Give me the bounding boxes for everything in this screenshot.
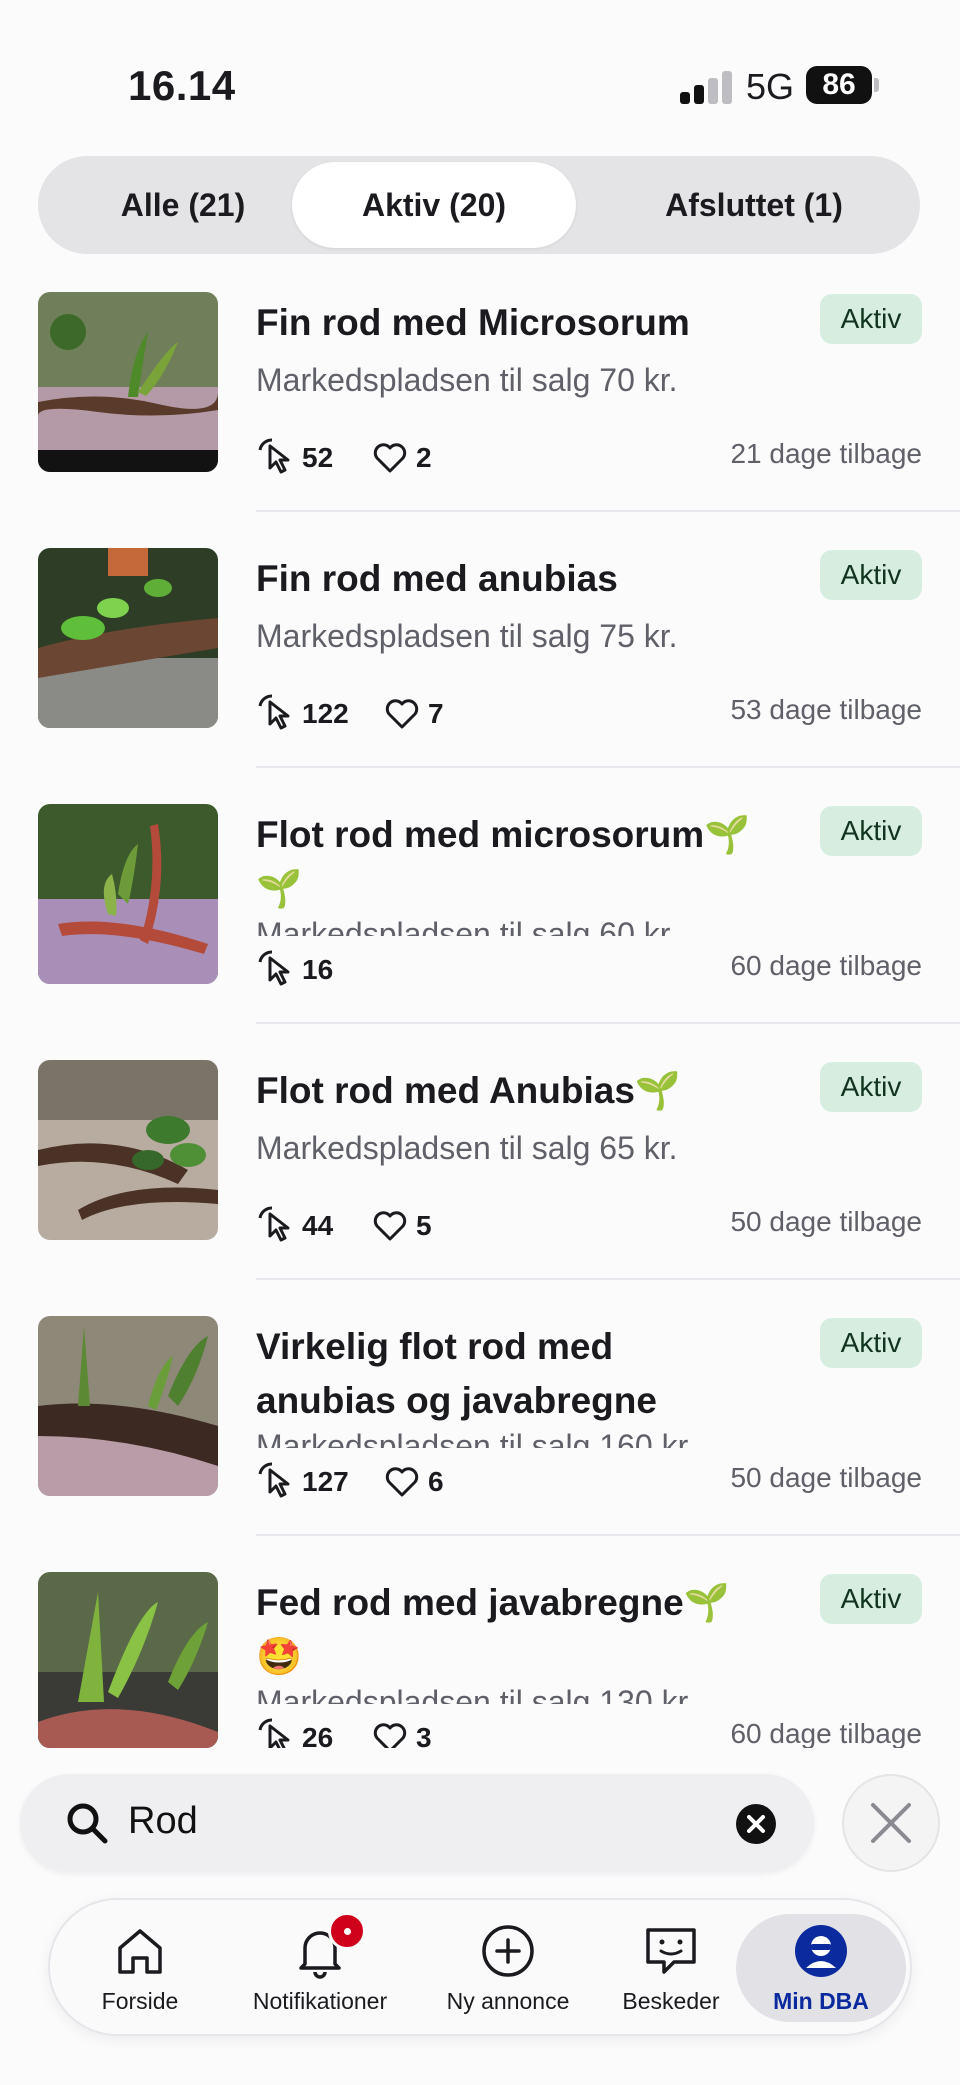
clear-search-button[interactable]: [736, 1804, 776, 1844]
status-bar: 16.14 5G 86: [0, 0, 960, 150]
listing-subtitle: Markedspladsen til salg 160 kr.: [256, 1428, 696, 1448]
heart-icon: [385, 699, 419, 729]
listing-age: 21 dage tilbage: [730, 438, 922, 469]
listing-title: Fin rod med anubias: [256, 558, 618, 599]
bottom-tab-bar: Forside Notifikationer Ny annonce Besked…: [48, 1898, 912, 2036]
click-icon: [258, 1462, 290, 1498]
heart-icon: [373, 1211, 407, 1241]
like-count: 3: [416, 1722, 432, 1748]
listing-thumbnail: [38, 1060, 218, 1240]
status-badge: Aktiv: [820, 1318, 922, 1368]
status-time: 16.14: [128, 62, 236, 109]
segment-all[interactable]: Alle (21): [48, 162, 318, 248]
listing-item[interactable]: Fed rod med javabregne🌱🤩 Markedspladsen …: [0, 1572, 960, 1748]
listing-title: Flot rod med microsorum🌱🌱: [256, 814, 751, 909]
battery-tip: [874, 78, 879, 92]
status-badge: Aktiv: [820, 1574, 922, 1624]
listing-title: Virkelig flot rod med anubias og javabre…: [256, 1326, 657, 1421]
like-count: 2: [416, 442, 432, 473]
tab-label: Ny annonce: [446, 1988, 570, 2014]
divider: [256, 1278, 960, 1280]
listing-age: 50 dage tilbage: [730, 1462, 922, 1493]
listing-thumbnail: [38, 1316, 218, 1496]
divider: [256, 510, 960, 512]
like-count: 5: [416, 1210, 432, 1241]
search-bar[interactable]: Rod: [20, 1774, 814, 1872]
listing-age: 60 dage tilbage: [730, 950, 922, 981]
click-count: 44: [302, 1210, 334, 1241]
tab-label: Min DBA: [773, 1988, 869, 2014]
tab-forside[interactable]: Forside: [78, 1914, 202, 2022]
close-search-button[interactable]: [842, 1774, 940, 1872]
heart-icon: [373, 443, 407, 473]
tab-beskeder[interactable]: Beskeder: [606, 1914, 736, 2022]
listing-subtitle: Markedspladsen til salg 75 kr.: [256, 618, 678, 654]
tab-label: Notifikationer: [252, 1988, 388, 2014]
clear-icon: [747, 1815, 765, 1833]
click-icon: [258, 950, 290, 986]
listing-age: 50 dage tilbage: [730, 1206, 922, 1237]
tab-ny-annonce[interactable]: Ny annonce: [428, 1914, 588, 2022]
cellular-signal-icon: [680, 70, 732, 104]
listing-subtitle: Markedspladsen til salg 130 kr.: [256, 1684, 696, 1704]
listing-item[interactable]: Fin rod med anubias Markedspladsen til s…: [0, 548, 960, 804]
tab-label: Beskeder: [622, 1988, 720, 2014]
listing-item[interactable]: Flot rod med microsorum🌱🌱 Markedspladsen…: [0, 804, 960, 1060]
network-type: 5G: [746, 66, 795, 107]
listing-thumbnail: [38, 548, 218, 728]
listing-age: 53 dage tilbage: [730, 694, 922, 725]
listing-age: 60 dage tilbage: [730, 1718, 922, 1748]
add-icon: [482, 1925, 534, 1977]
status-filter-segments: Alle (21) Aktiv (20) Afsluttet (1): [38, 156, 920, 254]
listing-thumbnail: [38, 804, 218, 984]
click-count: 16: [302, 954, 334, 985]
tab-label: Forside: [101, 1988, 179, 2014]
status-badge: Aktiv: [820, 294, 922, 344]
search-input[interactable]: Rod: [128, 1800, 198, 1843]
listing-title: Fin rod med Microsorum: [256, 302, 690, 343]
battery-icon: 86: [806, 66, 872, 104]
listing-subtitle: Markedspladsen til salg 60 kr.: [256, 916, 678, 936]
click-count: 26: [302, 1722, 334, 1748]
tab-min-dba[interactable]: Min DBA: [736, 1914, 906, 2022]
click-count: 127: [302, 1466, 349, 1497]
notification-badge: [328, 1912, 366, 1950]
listing-thumbnail: [38, 292, 218, 472]
segment-ended[interactable]: Afsluttet (1): [598, 162, 910, 248]
listing-title: Fed rod med javabregne🌱🤩: [256, 1582, 730, 1677]
like-count: 6: [428, 1466, 444, 1497]
segment-active[interactable]: Aktiv (20): [292, 162, 576, 248]
profile-icon: [795, 1925, 847, 1977]
divider: [256, 766, 960, 768]
heart-icon: [373, 1723, 407, 1748]
click-count: 122: [302, 698, 349, 729]
listing-subtitle: Markedspladsen til salg 70 kr.: [256, 362, 678, 398]
close-icon: [871, 1803, 911, 1843]
listing-thumbnail: [38, 1572, 218, 1748]
home-icon: [118, 1929, 162, 1974]
click-icon: [258, 1206, 290, 1242]
listing-item[interactable]: Flot rod med Anubias🌱 Markedspladsen til…: [0, 1060, 960, 1316]
divider: [256, 1534, 960, 1536]
message-icon: [646, 1928, 696, 1974]
status-badge: Aktiv: [820, 1062, 922, 1112]
click-icon: [258, 438, 290, 474]
tab-notifikationer[interactable]: Notifikationer: [230, 1914, 410, 2022]
listing-subtitle: Markedspladsen til salg 65 kr.: [256, 1130, 678, 1166]
click-count: 52: [302, 442, 334, 473]
divider: [256, 1022, 960, 1024]
listing-item[interactable]: Fin rod med Microsorum Markedspladsen ti…: [0, 292, 960, 548]
status-badge: Aktiv: [820, 806, 922, 856]
click-icon: [258, 694, 290, 730]
status-badge: Aktiv: [820, 550, 922, 600]
heart-icon: [385, 1467, 419, 1497]
listing-title: Flot rod med Anubias🌱: [256, 1070, 681, 1111]
listing-item[interactable]: Virkelig flot rod med anubias og javabre…: [0, 1316, 960, 1572]
click-icon: [258, 1718, 290, 1748]
like-count: 7: [428, 698, 444, 729]
search-icon: [67, 1803, 108, 1844]
